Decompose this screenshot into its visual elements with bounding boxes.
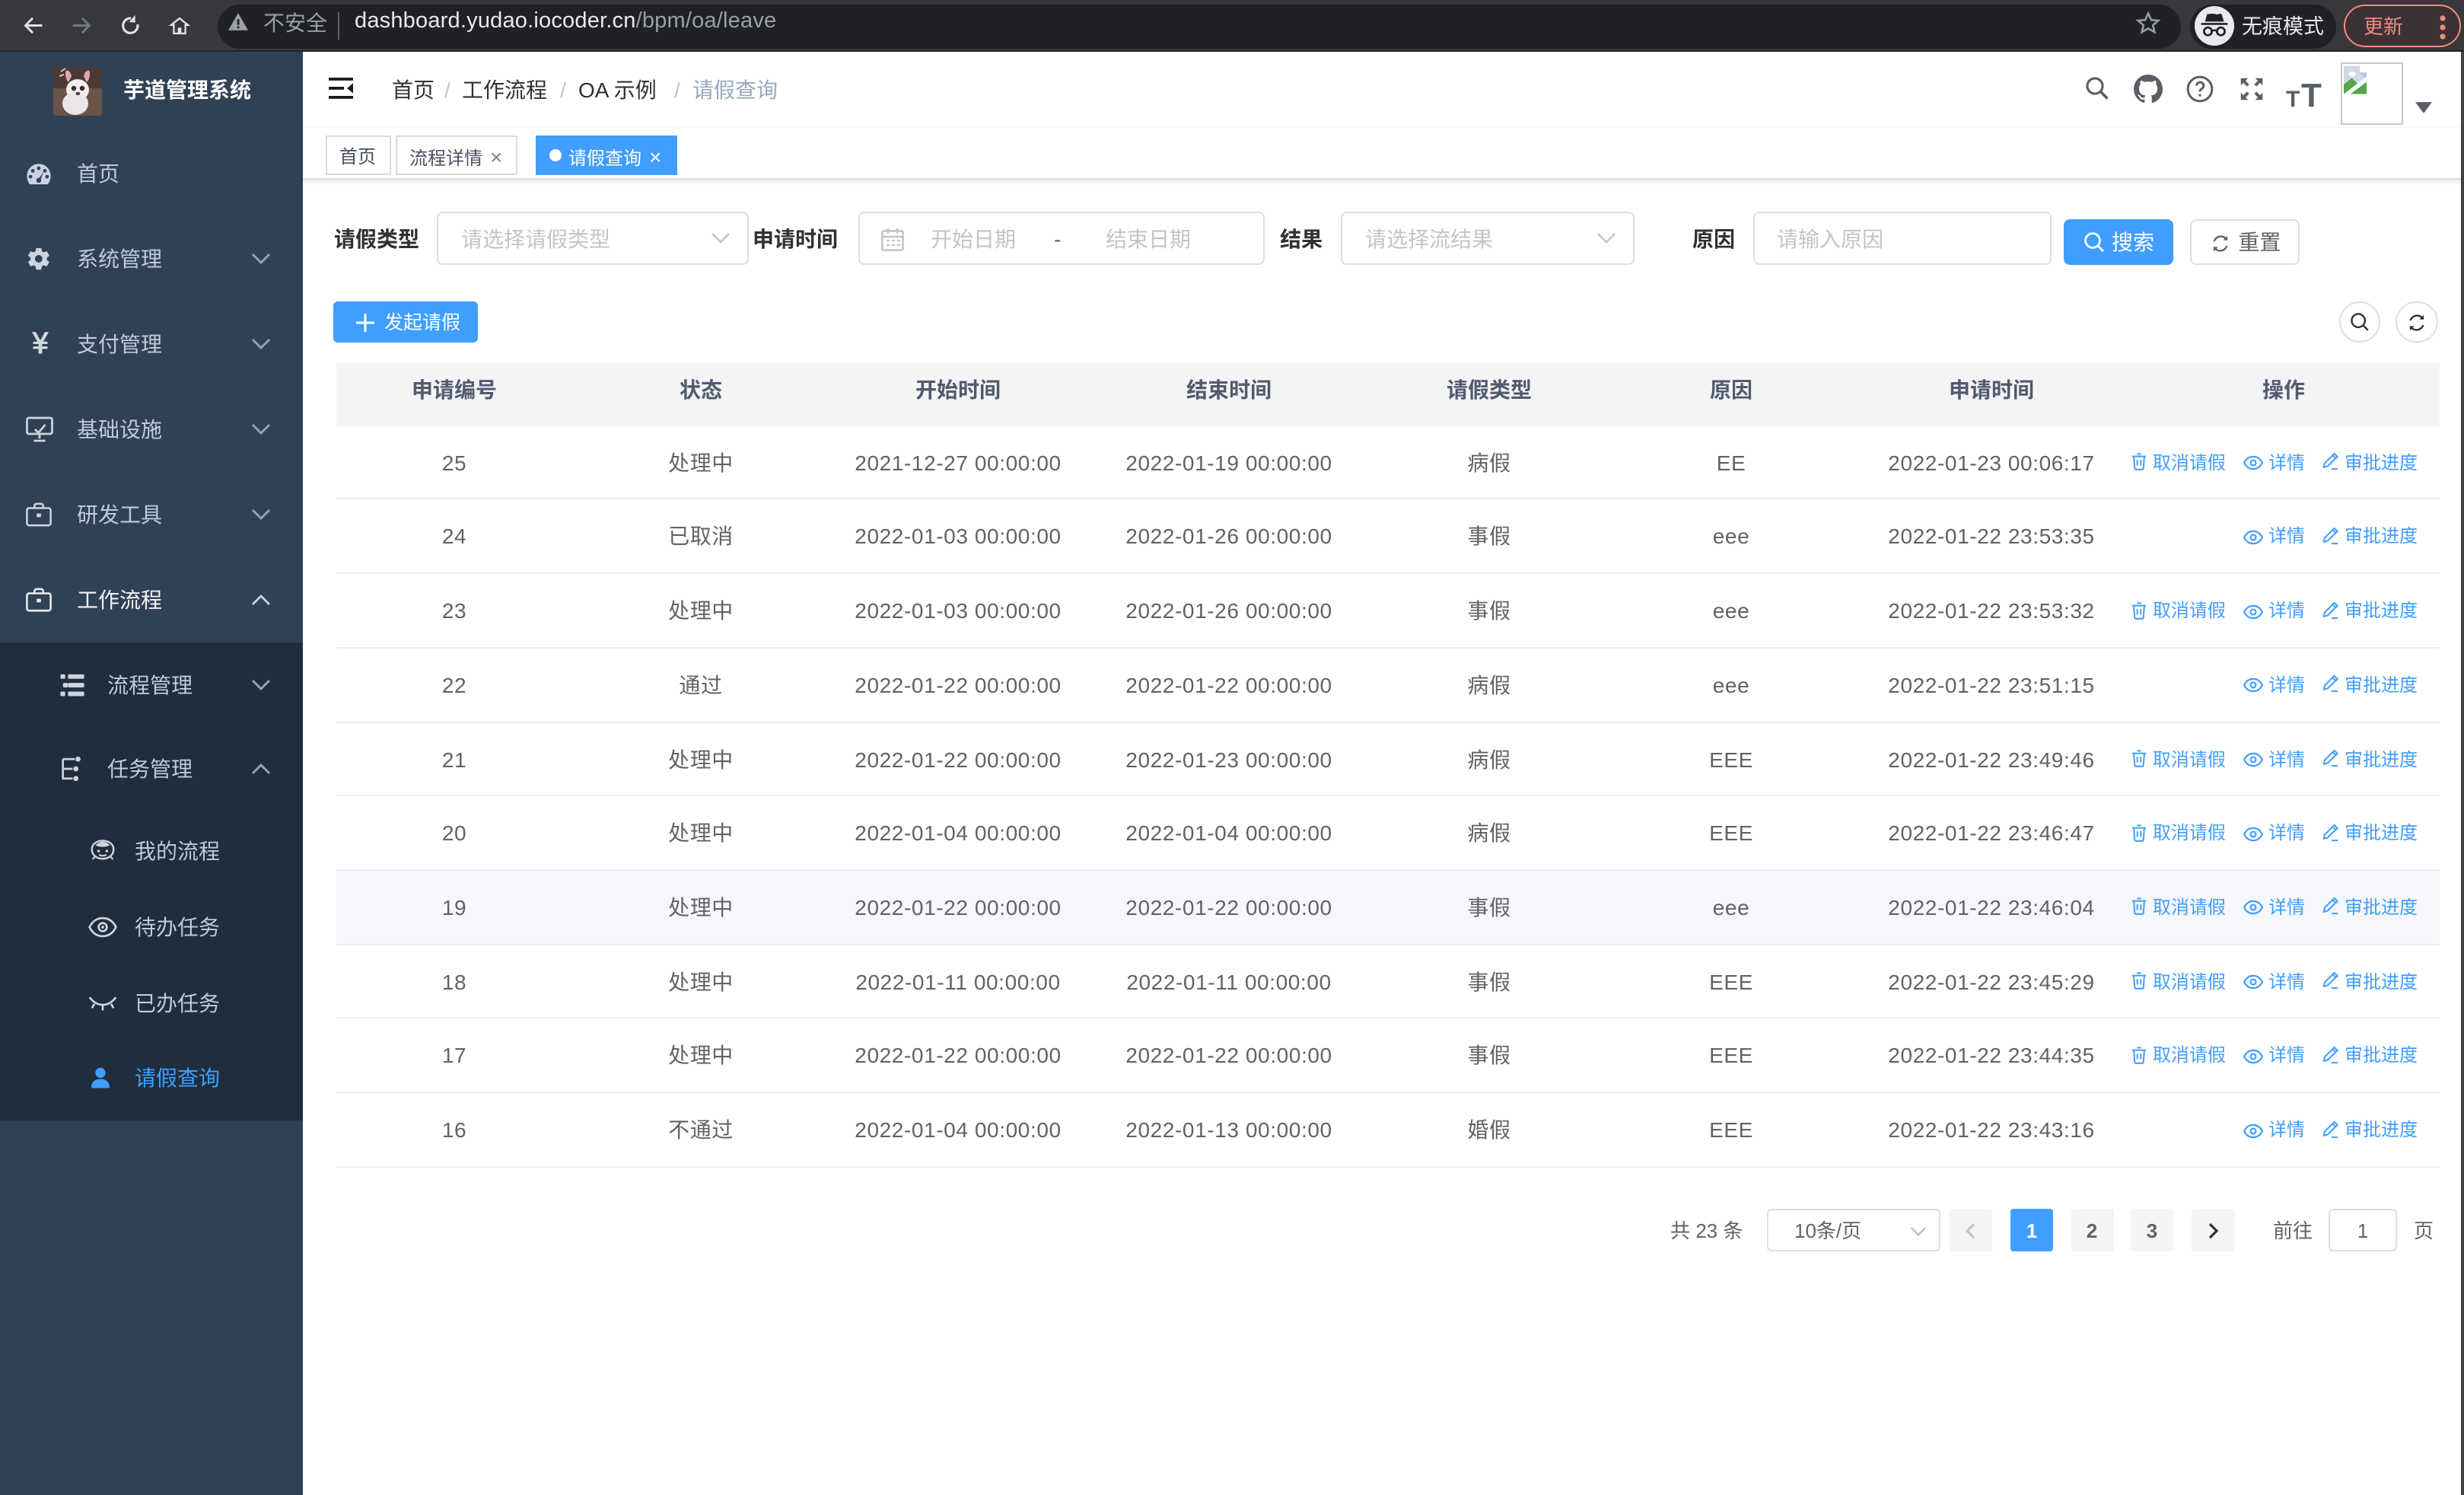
svg-text:T: T bbox=[2286, 87, 2300, 112]
svg-text:T: T bbox=[2301, 77, 2322, 113]
